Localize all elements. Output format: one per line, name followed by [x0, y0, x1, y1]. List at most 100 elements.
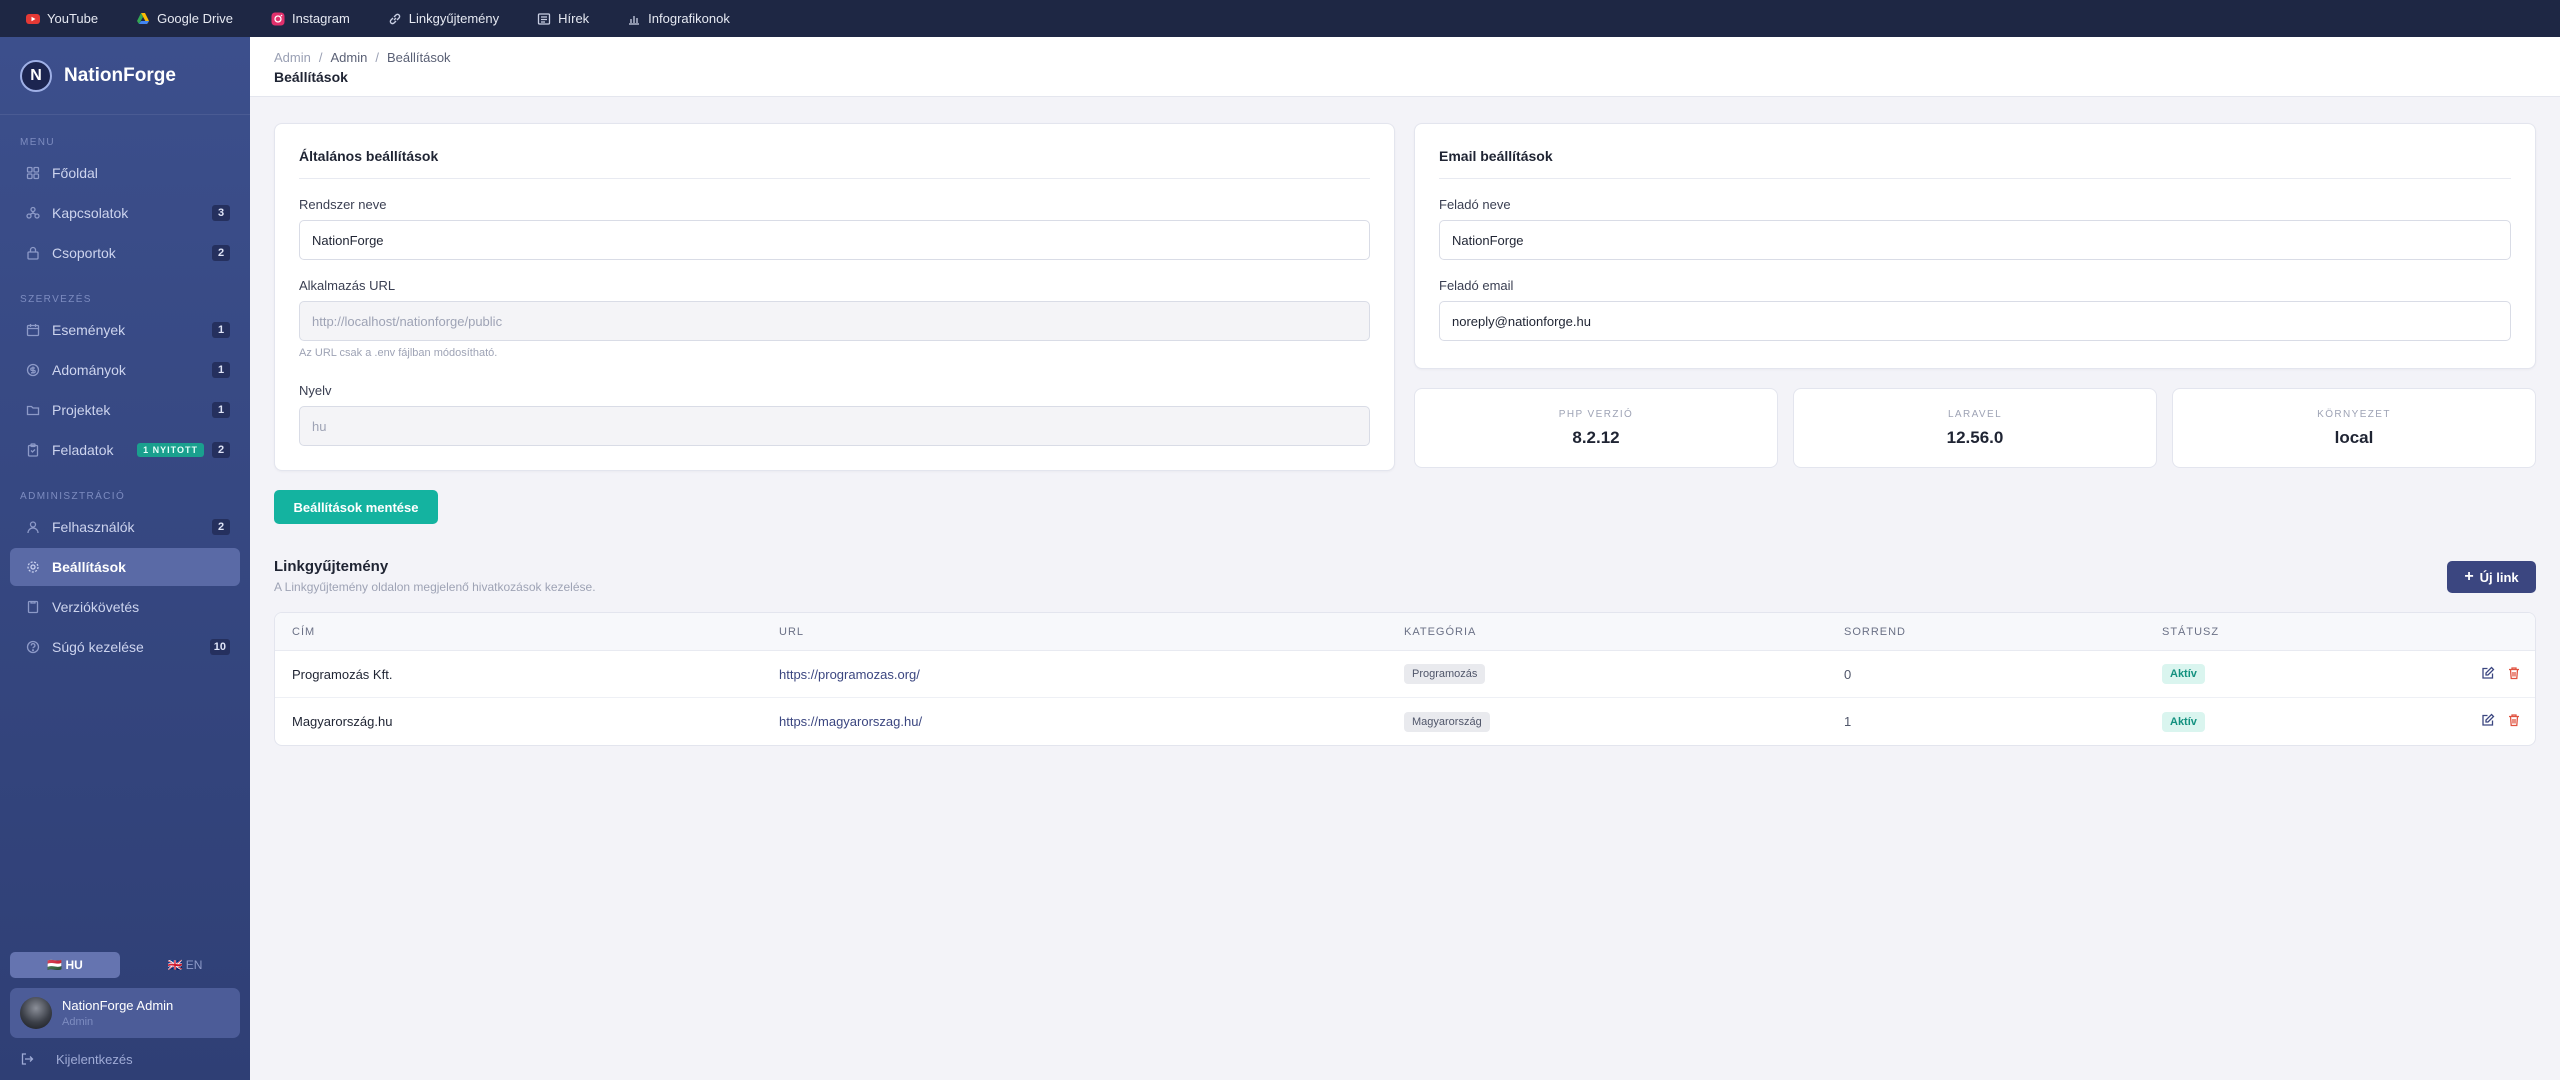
sidebar-item-adomanyok[interactable]: Adományok 1 [10, 351, 240, 389]
new-link-label: Új link [2479, 569, 2519, 585]
sidebar-item-label: Csoportok [52, 245, 116, 261]
row-actions [2481, 713, 2521, 730]
folder-icon [26, 403, 40, 417]
chart-icon [627, 12, 641, 26]
topbar-link-label: Hírek [558, 11, 590, 26]
brand-logo-icon: N [20, 59, 52, 92]
links-section-title: Linkgyűjtemény [274, 558, 389, 575]
sidebar-item-label: Verziókövetés [52, 599, 140, 615]
sidebar-item-esemenyek[interactable]: Események 1 [10, 311, 240, 349]
sender-name-input[interactable]: NationForge [1439, 220, 2511, 260]
section-label-menu: MENU [20, 137, 56, 148]
avatar [20, 997, 52, 1029]
column-header-order: SORREND [1844, 625, 1907, 638]
topbar-link-linkgyujtemeny[interactable]: Linkgyűjtemény [388, 11, 499, 26]
breadcrumb: Admin / Admin / Beállítások [274, 50, 2560, 65]
topbar-link-infografikonok[interactable]: Infografikonok [627, 11, 730, 26]
topbar-link-instagram[interactable]: Instagram [271, 11, 350, 26]
save-settings-button[interactable]: Beállítások mentése [274, 490, 438, 524]
delete-icon[interactable] [2507, 713, 2521, 730]
row-url-link[interactable]: https://programozas.org/ [779, 667, 920, 682]
row-order: 1 [1844, 714, 1852, 729]
breadcrumb-separator: / [375, 50, 379, 65]
sender-name-label: Feladó neve [1439, 197, 1511, 212]
sidebar-item-feladatok[interactable]: Feladatok 1 NYITOTT 2 [10, 431, 240, 469]
user-name: NationForge Admin [62, 998, 174, 1013]
youtube-icon [26, 12, 40, 26]
count-badge: 1 [212, 362, 230, 378]
count-badge: 1 [212, 322, 230, 338]
brand[interactable]: N NationForge [0, 37, 250, 115]
language-label: Nyelv [299, 383, 332, 398]
page-header: Admin / Admin / Beállítások Beállítások [250, 37, 2560, 97]
app-url-hint: Az URL csak a .env fájlban módosítható. [299, 347, 498, 359]
topbar-link-youtube[interactable]: YouTube [26, 11, 98, 26]
lang-hu-button[interactable]: 🇭🇺 HU [10, 952, 120, 978]
topbar-link-hirek[interactable]: Hírek [537, 11, 589, 26]
logout-icon [20, 1052, 34, 1066]
lock-icon [26, 246, 40, 260]
sidebar-item-fooldal[interactable]: Főoldal [10, 154, 240, 192]
stat-label: KÖRNYEZET [2317, 409, 2391, 420]
coin-icon [26, 363, 40, 377]
lang-en-button[interactable]: 🇬🇧 EN [130, 952, 240, 978]
sidebar-item-csoportok[interactable]: Csoportok 2 [10, 234, 240, 272]
topbar-link-label: Google Drive [157, 11, 233, 26]
breadcrumb-current: Beállítások [386, 50, 451, 65]
app-url-label: Alkalmazás URL [299, 278, 396, 293]
top-link-bar: YouTube Google Drive Instagram Linkgyűjt… [0, 0, 2560, 37]
table-row: Magyarország.hu https://magyarorszag.hu/… [275, 698, 2535, 745]
row-title: Magyarország.hu [292, 714, 393, 729]
section-label-szervezes: SZERVEZÉS [20, 294, 92, 305]
status-badge: Aktív [2162, 711, 2205, 732]
sidebar-item-label: Feladatok [52, 442, 114, 458]
edit-icon[interactable] [2481, 713, 2495, 730]
edit-icon[interactable] [2481, 666, 2495, 683]
topbar-link-label: YouTube [47, 11, 99, 26]
topbar-link-google-drive[interactable]: Google Drive [136, 11, 233, 26]
section-label-adminisztracio: ADMINISZTRÁCIÓ [20, 491, 126, 502]
instagram-icon [271, 12, 285, 26]
sidebar-item-verziokovetes[interactable]: Verziókövetés [10, 588, 240, 626]
sidebar-item-label: Beállítások [52, 559, 126, 575]
sender-email-input[interactable]: noreply@nationforge.hu [1439, 301, 2511, 341]
sidebar-item-beallitasok[interactable]: Beállítások [10, 548, 240, 586]
sidebar-item-projektek[interactable]: Projektek 1 [10, 391, 240, 429]
column-header-url: URL [779, 625, 805, 638]
row-url-link[interactable]: https://magyarorszag.hu/ [779, 714, 922, 729]
logout-link[interactable]: Kijelentkezés [0, 1038, 250, 1080]
count-badge: 2 [212, 519, 230, 535]
open-tasks-tag: 1 NYITOTT [137, 443, 204, 457]
sidebar-item-kapcsolatok[interactable]: Kapcsolatok 3 [10, 194, 240, 232]
user-icon [26, 520, 40, 534]
row-order: 0 [1844, 666, 1852, 682]
system-name-label: Rendszer neve [299, 197, 387, 212]
stat-value: 8.2.12 [1572, 428, 1620, 447]
delete-icon[interactable] [2507, 666, 2521, 683]
breadcrumb-item[interactable]: Admin [274, 50, 311, 65]
stat-label: LARAVEL [1947, 409, 2003, 420]
google-drive-icon [136, 12, 150, 26]
row-actions [2481, 666, 2521, 683]
stat-value: local [2334, 428, 2374, 447]
sidebar: N NationForge MENU Főoldal Kapcsolatok 3… [0, 37, 250, 1080]
system-name-input[interactable]: NationForge [299, 220, 1370, 260]
breadcrumb-item[interactable]: Admin [330, 50, 367, 65]
status-badge: Aktív [2162, 664, 2205, 684]
stat-php-version: PHP VERZIÓ 8.2.12 [1414, 388, 1778, 468]
user-card[interactable]: NationForge Admin Admin [10, 988, 240, 1038]
general-settings-card: Általános beállítások Rendszer neve Nati… [274, 123, 1395, 471]
count-badge: 3 [212, 205, 230, 221]
page-title: Beállítások [274, 69, 348, 85]
sidebar-item-label: Súgó kezelése [52, 639, 144, 655]
sidebar-item-label: Főoldal [52, 165, 98, 181]
language-input: hu [299, 406, 1370, 446]
sidebar-item-felhasznalok[interactable]: Felhasználók 2 [10, 508, 240, 546]
topbar-link-label: Infografikonok [648, 11, 730, 26]
column-header-status: STÁTUSZ [2162, 625, 2220, 638]
sidebar-item-sugo-kezelese[interactable]: Súgó kezelése 10 [10, 628, 240, 666]
contacts-icon [26, 206, 40, 220]
category-badge: Programozás [1404, 664, 1486, 684]
new-link-button[interactable]: + Új link [2447, 561, 2536, 593]
topbar-link-label: Instagram [291, 11, 350, 26]
